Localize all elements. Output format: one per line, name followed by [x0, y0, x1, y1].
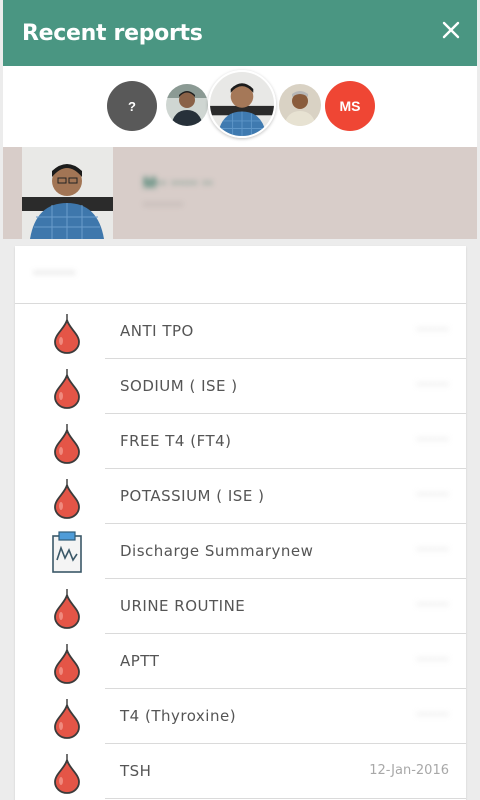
- avatar-person-3[interactable]: [279, 84, 321, 126]
- person-photo-icon: [22, 147, 113, 239]
- blood-drop-icon: [54, 644, 80, 684]
- report-date: ········: [415, 378, 449, 393]
- report-date: ········: [415, 488, 449, 503]
- avatar-initials: MS: [339, 98, 361, 114]
- blood-drop-icon: [54, 479, 80, 519]
- reports-group-title: ········: [33, 264, 76, 281]
- report-name: T4 (Thyroxine): [120, 707, 237, 725]
- report-date: 12-Jan-2016: [369, 763, 449, 778]
- page-title: Recent reports: [22, 20, 203, 46]
- avatar-person-2-selected[interactable]: [208, 70, 276, 138]
- report-row[interactable]: URINE ROUTINE ········: [15, 579, 466, 634]
- report-name: APTT: [120, 652, 160, 670]
- person-photo-icon: [166, 84, 208, 126]
- report-row[interactable]: TSH 12-Jan-2016: [15, 744, 466, 799]
- profile-photo: [22, 147, 113, 239]
- avatar-initials: ?: [128, 98, 136, 114]
- report-date: ········: [415, 323, 449, 338]
- report-name: URINE ROUTINE: [120, 597, 246, 615]
- blood-drop-icon: [54, 369, 80, 409]
- report-row[interactable]: Discharge Summarynew ········: [15, 524, 466, 579]
- avatar-ms[interactable]: MS: [325, 81, 375, 131]
- report-row[interactable]: ANTI TPO ········: [15, 304, 466, 359]
- report-name: ANTI TPO: [120, 322, 194, 340]
- report-row[interactable]: FREE T4 (FT4) ········: [15, 414, 466, 469]
- avatar-unknown[interactable]: ?: [107, 81, 157, 131]
- blood-drop-icon: [54, 424, 80, 464]
- person-photo-icon: [279, 84, 321, 126]
- profile-switcher: ? MS: [3, 66, 477, 147]
- reports-card: ········ ANTI TPO ········ SODIUM ( ISE )…: [15, 246, 466, 800]
- report-row[interactable]: T4 (Thyroxine) ········: [15, 689, 466, 744]
- blood-drop-icon: [54, 754, 80, 794]
- close-icon[interactable]: [441, 20, 461, 40]
- report-date: ········: [415, 708, 449, 723]
- blood-drop-icon: [54, 314, 80, 354]
- report-list: ANTI TPO ········ SODIUM ( ISE ) ········ …: [15, 304, 466, 799]
- report-row[interactable]: APTT ········: [15, 634, 466, 689]
- report-row[interactable]: SODIUM ( ISE ) ········: [15, 359, 466, 414]
- clipboard-chart-icon: [52, 531, 82, 573]
- person-photo-icon: [210, 72, 274, 136]
- avatar-person-1[interactable]: [166, 84, 208, 126]
- report-date: ········: [415, 653, 449, 668]
- report-name: TSH: [120, 762, 152, 780]
- profile-subtitle: ········: [143, 195, 183, 212]
- blood-drop-icon: [54, 589, 80, 629]
- reports-group-header: ········: [15, 246, 466, 304]
- report-date: ········: [415, 543, 449, 558]
- report-name: POTASSIUM ( ISE ): [120, 487, 265, 505]
- profile-name: M·· ····· ··: [143, 175, 214, 192]
- blood-drop-icon: [54, 699, 80, 739]
- report-date: ········: [415, 433, 449, 448]
- report-row[interactable]: POTASSIUM ( ISE ) ········: [15, 469, 466, 524]
- app-bar: Recent reports: [3, 0, 477, 66]
- report-name: SODIUM ( ISE ): [120, 377, 238, 395]
- report-name: FREE T4 (FT4): [120, 432, 232, 450]
- report-date: ········: [415, 598, 449, 613]
- report-name: Discharge Summarynew: [120, 542, 314, 560]
- selected-profile-banner: M·· ····· ·· ········: [3, 147, 477, 239]
